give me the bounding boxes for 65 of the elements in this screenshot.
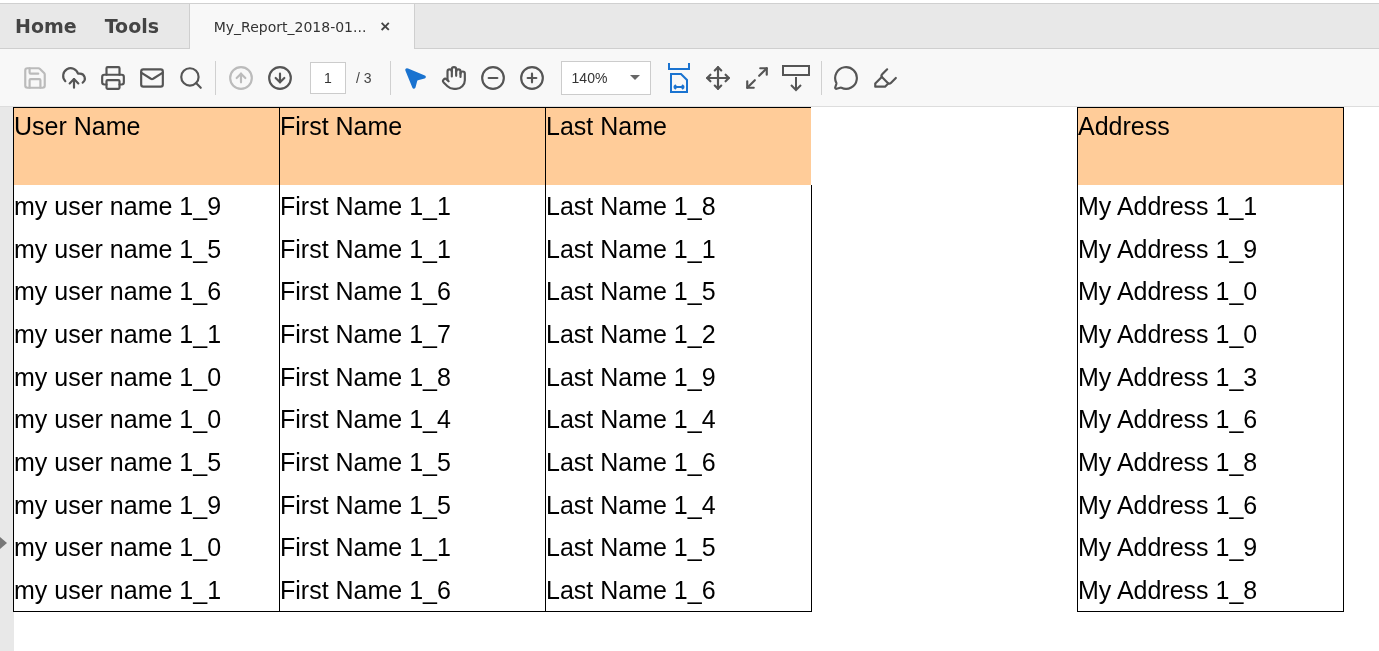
- table-cell: My Address 1_1: [1077, 185, 1344, 228]
- table-cell: First Name 1_5: [279, 483, 546, 527]
- table-cell: Last Name 1_9: [545, 355, 812, 399]
- save-icon: [21, 64, 48, 91]
- nav-tab[interactable]: Home: [0, 4, 91, 48]
- caret-icon: [629, 75, 640, 80]
- table-cell: First Name 1_4: [279, 398, 546, 442]
- zoom-dropdown[interactable]: 140%: [560, 60, 651, 95]
- table-cell: My Address 1_6: [1077, 483, 1344, 527]
- comment-icon: [833, 64, 860, 91]
- table-cell: First Name 1_1: [279, 185, 546, 228]
- expand-arrow-icon[interactable]: [0, 537, 7, 549]
- table-cell: my user name 1_5: [13, 227, 280, 271]
- nav-tab[interactable]: Tools: [90, 4, 173, 48]
- table-cell: my user name 1_0: [13, 355, 280, 399]
- table-cell: First Name 1_8: [279, 355, 546, 399]
- table-cell: Last Name 1_8: [545, 185, 812, 228]
- printer-icon: [99, 64, 126, 91]
- table-cell: My Address 1_6: [1077, 398, 1344, 442]
- table-cell: my user name 1_1: [13, 313, 280, 356]
- document-title: My_Report_2018-01...: [213, 18, 367, 35]
- table-cell: Last Name 1_1: [545, 227, 812, 271]
- table-cell: First Name 1_1: [279, 227, 546, 271]
- table-cell: Last Name 1_6: [545, 569, 812, 612]
- table-cell: my user name 1_1: [13, 569, 280, 612]
- fit-width-icon: [666, 61, 693, 94]
- table-cell: my user name 1_9: [13, 185, 280, 228]
- table-cell: my user name 1_6: [13, 270, 280, 314]
- table-cell: My Address 1_9: [1077, 526, 1344, 570]
- column-header: First Name: [279, 107, 546, 185]
- table-cell: Last Name 1_2: [545, 313, 812, 356]
- scroll-mode-icon: [781, 62, 812, 93]
- column-header: Address: [1077, 107, 1344, 185]
- table-cell: Last Name 1_4: [545, 398, 812, 442]
- table-cell: First Name 1_7: [279, 313, 546, 356]
- table-cell: my user name 1_9: [13, 483, 280, 527]
- table-cell: First Name 1_1: [279, 526, 546, 570]
- cloud-upload-icon: [60, 64, 87, 91]
- table-cell: Last Name 1_5: [545, 526, 812, 570]
- table-cell: my user name 1_5: [13, 441, 280, 484]
- column-header: User Name: [13, 107, 280, 185]
- column-header: Last Name: [545, 107, 812, 185]
- page-number-field[interactable]: 1: [310, 61, 346, 94]
- search-icon: [177, 64, 204, 91]
- table-cell: My Address 1_0: [1077, 270, 1344, 314]
- zoom-out-icon: [480, 64, 507, 91]
- expand-icon: [744, 64, 771, 91]
- close-button[interactable]: ×: [380, 16, 391, 37]
- table-cell: Last Name 1_6: [545, 441, 812, 484]
- table-cell: Last Name 1_4: [545, 483, 812, 527]
- table-cell: My Address 1_9: [1077, 227, 1344, 271]
- table-cell: My Address 1_0: [1077, 313, 1344, 356]
- page-count: / 3: [356, 69, 372, 86]
- hand-icon: [441, 64, 468, 91]
- table-cell: my user name 1_0: [13, 398, 280, 442]
- zoom-in-icon: [519, 64, 546, 91]
- document-tab[interactable]: My_Report_2018-01... ×: [189, 4, 415, 49]
- table-cell: my user name 1_0: [13, 526, 280, 570]
- page-move-icon: [705, 64, 732, 91]
- table-cell: My Address 1_8: [1077, 569, 1344, 612]
- table-cell: My Address 1_8: [1077, 441, 1344, 484]
- table-cell: First Name 1_6: [279, 270, 546, 314]
- table-cell: First Name 1_5: [279, 441, 546, 484]
- table-cell: Last Name 1_5: [545, 270, 812, 314]
- table-cell: My Address 1_3: [1077, 355, 1344, 399]
